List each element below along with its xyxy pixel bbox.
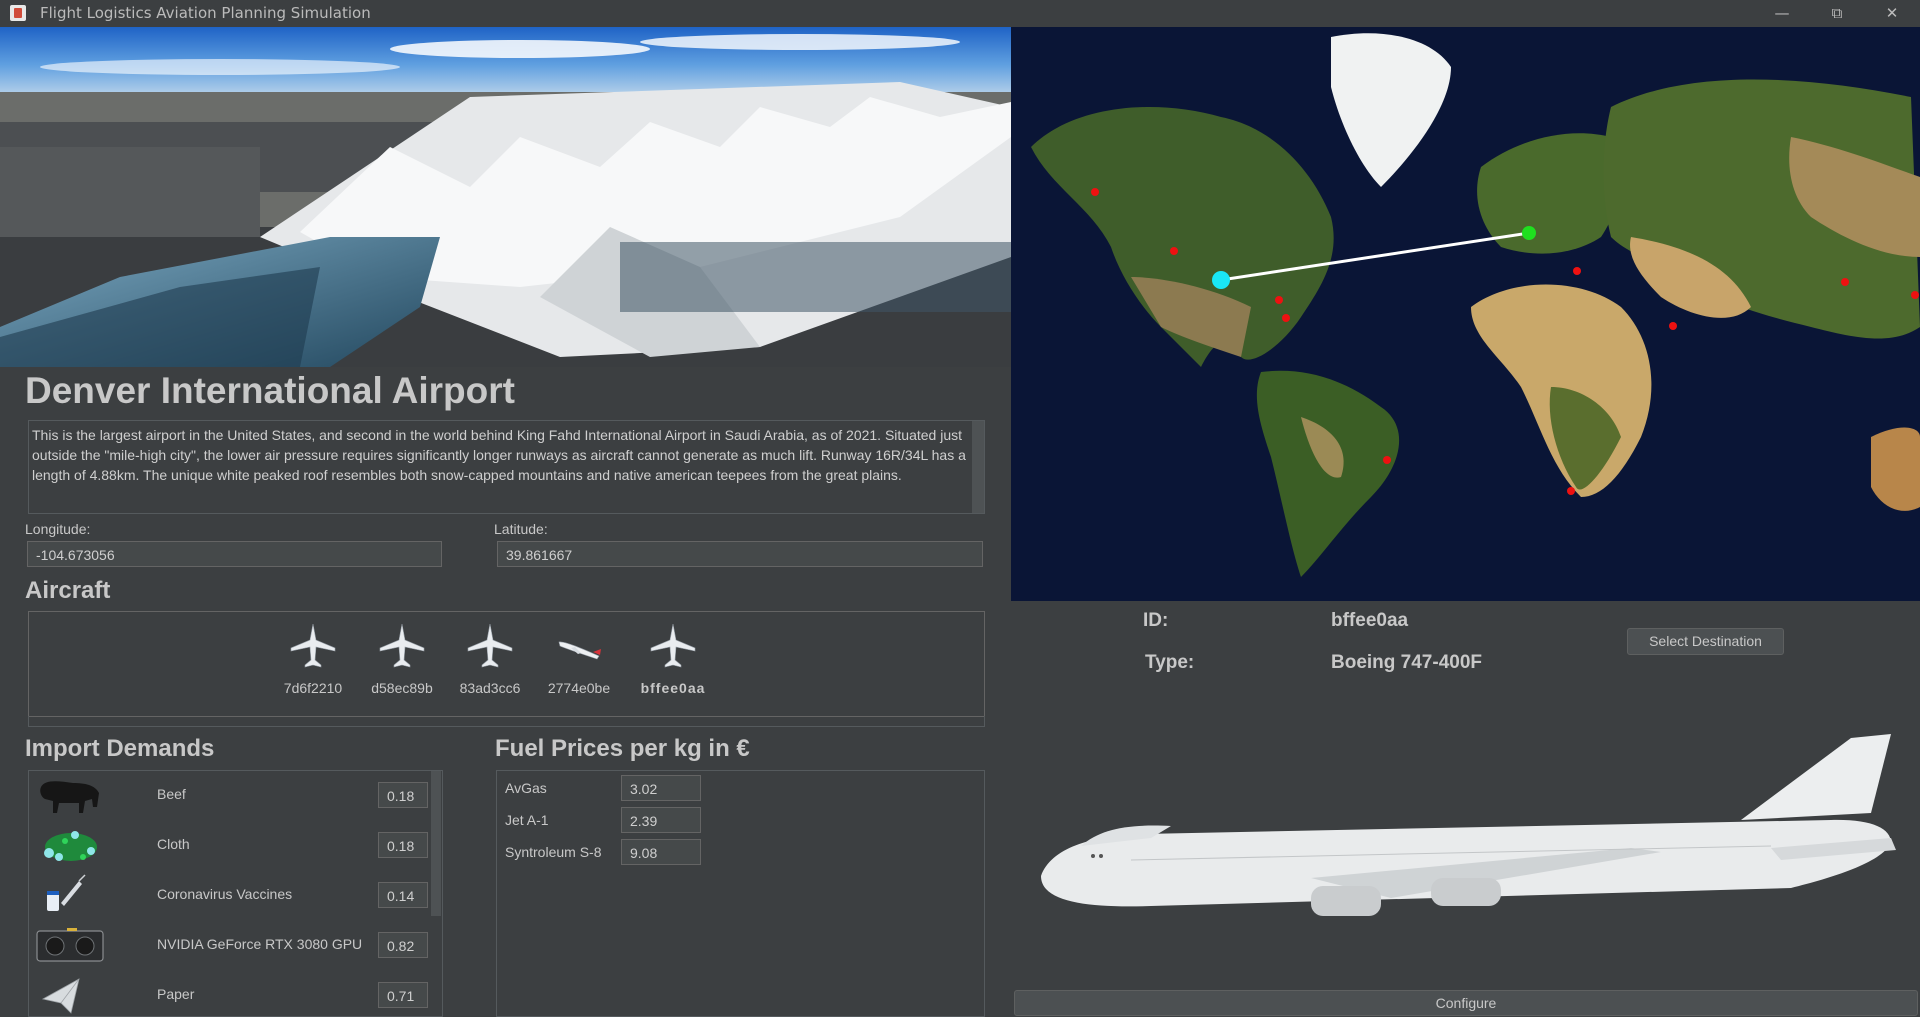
airport-description: This is the largest airport in the Unite…: [32, 427, 966, 483]
import-demands-list: Beef 0.18 Cloth 0.18 Coronavirus Vaccine…: [28, 770, 443, 1017]
list-item: Coronavirus Vaccines 0.14: [29, 871, 429, 921]
close-icon[interactable]: ✕: [1869, 0, 1915, 27]
import-name: Cloth: [157, 836, 190, 852]
aircraft-id: 83ad3cc6: [459, 680, 521, 696]
select-destination-button[interactable]: Select Destination: [1627, 628, 1784, 655]
fuel-name: AvGas: [505, 780, 547, 796]
fuel-value[interactable]: 3.02: [621, 775, 701, 801]
configure-button[interactable]: Configure: [1014, 990, 1918, 1016]
longitude-label: Longitude:: [25, 521, 91, 537]
selected-aircraft-id: bffee0aa: [1331, 610, 1409, 631]
import-name: NVIDIA GeForce RTX 3080 GPU: [157, 936, 363, 952]
list-item: NVIDIA GeForce RTX 3080 GPU 0.82: [29, 921, 429, 971]
aircraft-item[interactable]: 2774e0be: [539, 622, 619, 696]
title-bar: Flight Logistics Aviation Planning Simul…: [0, 0, 1920, 28]
list-item: Cloth 0.18: [29, 821, 429, 871]
latitude-field[interactable]: 39.861667: [497, 541, 983, 567]
white-jet-icon: [467, 623, 513, 668]
list-item: Beef 0.18: [29, 771, 429, 821]
import-name: Paper: [157, 986, 195, 1002]
java-app-icon: [10, 5, 26, 21]
fuel-name: Jet A-1: [505, 812, 549, 828]
latitude-label: Latitude:: [494, 521, 548, 537]
import-value[interactable]: 0.18: [378, 832, 428, 858]
aircraft-list: 7d6f2210 d58ec89b 83ad3cc6 2774e0be bffe…: [28, 611, 985, 717]
aircraft-id: bffee0aa: [640, 680, 706, 696]
import-value[interactable]: 0.18: [378, 782, 428, 808]
description-scrollbar[interactable]: [972, 421, 984, 513]
aircraft-id: 7d6f2210: [283, 680, 343, 696]
import-value[interactable]: 0.71: [378, 982, 428, 1008]
gpu-icon: [36, 928, 104, 962]
aircraft-item[interactable]: 83ad3cc6: [450, 622, 530, 696]
id-label: ID:: [1143, 610, 1169, 631]
aircraft-scrollbar[interactable]: [28, 716, 985, 727]
import-value[interactable]: 0.14: [378, 882, 428, 908]
description-textarea[interactable]: This is the largest airport in the Unite…: [28, 420, 985, 514]
paper-plane-icon: [41, 978, 80, 1014]
aircraft-id: d58ec89b: [371, 680, 433, 696]
selected-aircraft-type: Boeing 747-400F: [1331, 652, 1482, 673]
bull-icon: [40, 781, 99, 813]
restore-icon[interactable]: ⧉: [1814, 0, 1860, 27]
aircraft-photo: [1011, 728, 1920, 968]
fuel-prices-list: AvGas 3.02 Jet A-1 2.39 Syntroleum S-8 9…: [496, 770, 985, 1017]
white-jet-icon: [290, 623, 336, 668]
airliner-side-icon: [558, 641, 601, 660]
import-scrollbar-thumb[interactable]: [431, 771, 441, 916]
white-jet-icon: [379, 623, 425, 668]
window-title: Flight Logistics Aviation Planning Simul…: [40, 4, 371, 22]
aircraft-item-selected[interactable]: bffee0aa: [633, 622, 713, 696]
fuel-prices-heading: Fuel Prices per kg in €: [495, 735, 750, 762]
airport-photo: [0, 27, 1011, 367]
cloth-icon: [44, 831, 97, 861]
import-value[interactable]: 0.82: [378, 932, 428, 958]
longitude-field[interactable]: -104.673056: [27, 541, 442, 567]
vaccine-icon: [47, 874, 86, 911]
fuel-name: Syntroleum S-8: [505, 844, 602, 860]
import-name: Beef: [157, 786, 186, 802]
world-map[interactable]: [1011, 27, 1920, 601]
aircraft-heading: Aircraft: [25, 577, 111, 604]
aircraft-item[interactable]: d58ec89b: [362, 622, 442, 696]
fuel-value[interactable]: 9.08: [621, 839, 701, 865]
import-demands-heading: Import Demands: [25, 735, 215, 762]
aircraft-item[interactable]: 7d6f2210: [273, 622, 353, 696]
fuel-value[interactable]: 2.39: [621, 807, 701, 833]
list-item: Paper 0.71: [29, 971, 429, 1016]
import-name: Coronavirus Vaccines: [157, 886, 293, 902]
type-label: Type:: [1145, 652, 1195, 673]
white-jet-icon: [650, 623, 696, 668]
aircraft-id: 2774e0be: [547, 680, 611, 696]
minimize-icon[interactable]: —: [1759, 0, 1805, 27]
airport-name: Denver International Airport: [25, 370, 515, 411]
